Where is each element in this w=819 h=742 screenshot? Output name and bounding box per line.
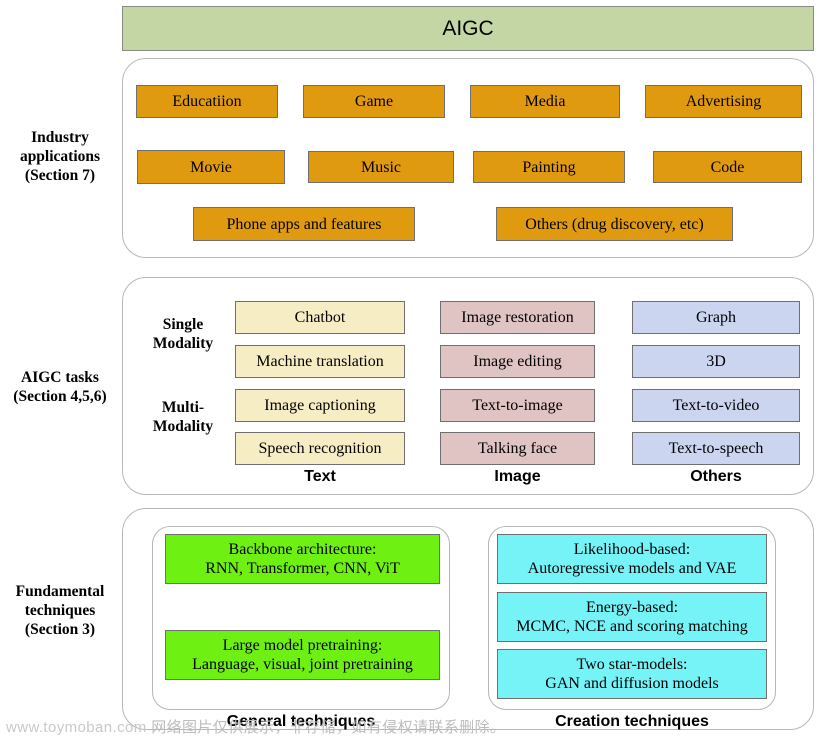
industry-node-painting[interactable]: Painting — [473, 151, 625, 183]
watermark: www.toymoban.com 网络图片仅供展示，非存储，如有侵权请联系删除。 — [6, 716, 505, 737]
industry-label-line-2: applications — [19, 148, 101, 165]
backbone-line-2: RNN, Transformer, CNN, ViT — [205, 560, 400, 577]
industry-node-code[interactable]: Code — [653, 151, 802, 183]
task-node-text-to-image[interactable]: Text-to-image — [440, 389, 595, 422]
energy-line-2: MCMC, NCE and scoring matching — [516, 618, 748, 635]
diagram-canvas: AIGC Industry applications (Section 7) E… — [0, 0, 819, 742]
industry-node-game[interactable]: Game — [303, 85, 445, 118]
modality-label-single: Single Modality — [137, 315, 229, 353]
modality-label-multi: Multi- Modality — [137, 398, 229, 436]
task-node-graph[interactable]: Graph — [632, 301, 800, 334]
aigc-title-label: AIGC — [442, 16, 494, 40]
modality-multi-line-1: Multi- — [161, 399, 205, 416]
task-node-talking-face[interactable]: Talking face — [440, 432, 595, 465]
modality-single-line-2: Modality — [152, 335, 214, 352]
technique-node-backbone-architecture[interactable]: Backbone architecture: RNN, Transformer,… — [165, 534, 440, 584]
likelihood-line-1: Likelihood-based: — [573, 541, 691, 558]
aigc-title-box: AIGC — [122, 6, 814, 51]
modality-single-line-1: Single — [162, 316, 204, 333]
technique-node-likelihood-based[interactable]: Likelihood-based: Autoregressive models … — [497, 534, 767, 584]
industry-node-phone-apps[interactable]: Phone apps and features — [193, 207, 415, 241]
task-node-text-to-video[interactable]: Text-to-video — [632, 389, 800, 422]
technique-node-large-model-pretraining[interactable]: Large model pretraining: Language, visua… — [165, 630, 440, 680]
modality-multi-line-2: Modality — [152, 418, 214, 435]
fundamental-label-line-1: Fundamental — [15, 583, 105, 600]
industry-applications-label: Industry applications (Section 7) — [0, 128, 120, 185]
task-column-caption-others: Others — [690, 468, 742, 485]
industry-label-line-3: (Section 7) — [24, 167, 96, 184]
aigc-tasks-label: AIGC tasks (Section 4,5,6) — [0, 368, 120, 406]
fundamental-label-line-2: techniques — [24, 602, 96, 619]
industry-node-others[interactable]: Others (drug discovery, etc) — [496, 207, 733, 241]
industry-node-advertising[interactable]: Advertising — [645, 85, 802, 118]
task-node-chatbot[interactable]: Chatbot — [235, 301, 405, 334]
task-column-caption-image: Image — [494, 468, 541, 485]
task-node-machine-translation[interactable]: Machine translation — [235, 345, 405, 378]
industry-node-media[interactable]: Media — [470, 85, 620, 118]
industry-node-movie[interactable]: Movie — [137, 150, 285, 184]
task-node-image-editing[interactable]: Image editing — [440, 345, 595, 378]
pretraining-line-1: Large model pretraining: — [222, 637, 383, 654]
energy-line-1: Energy-based: — [585, 599, 679, 616]
task-node-image-restoration[interactable]: Image restoration — [440, 301, 595, 334]
industry-label-line-1: Industry — [31, 129, 89, 146]
backbone-line-1: Backbone architecture: — [228, 541, 377, 558]
creation-techniques-caption: Creation techniques — [555, 713, 709, 730]
industry-node-music[interactable]: Music — [308, 151, 454, 183]
task-node-text-to-speech[interactable]: Text-to-speech — [632, 432, 800, 465]
fundamental-techniques-label: Fundamental techniques (Section 3) — [0, 582, 120, 639]
star-models-line-1: Two star-models: — [576, 656, 688, 673]
pretraining-line-2: Language, visual, joint pretraining — [192, 656, 413, 673]
likelihood-line-2: Autoregressive models and VAE — [527, 560, 737, 577]
watermark-url: www.toymoban.com — [6, 719, 147, 736]
technique-node-energy-based[interactable]: Energy-based: MCMC, NCE and scoring matc… — [497, 592, 767, 642]
task-node-image-captioning[interactable]: Image captioning — [235, 389, 405, 422]
watermark-notice: 网络图片仅供展示，非存储，如有侵权请联系删除。 — [151, 719, 506, 736]
task-column-caption-text: Text — [304, 468, 336, 485]
tasks-label-line-1: AIGC tasks — [21, 369, 99, 386]
fundamental-label-line-3: (Section 3) — [24, 621, 96, 638]
task-node-speech-recognition[interactable]: Speech recognition — [235, 432, 405, 465]
task-node-3d[interactable]: 3D — [632, 345, 800, 378]
technique-node-two-star-models[interactable]: Two star-models: GAN and diffusion model… — [497, 649, 767, 699]
star-models-line-2: GAN and diffusion models — [545, 675, 719, 692]
tasks-label-line-2: (Section 4,5,6) — [13, 388, 107, 405]
industry-node-education[interactable]: Educatiion — [136, 85, 278, 118]
